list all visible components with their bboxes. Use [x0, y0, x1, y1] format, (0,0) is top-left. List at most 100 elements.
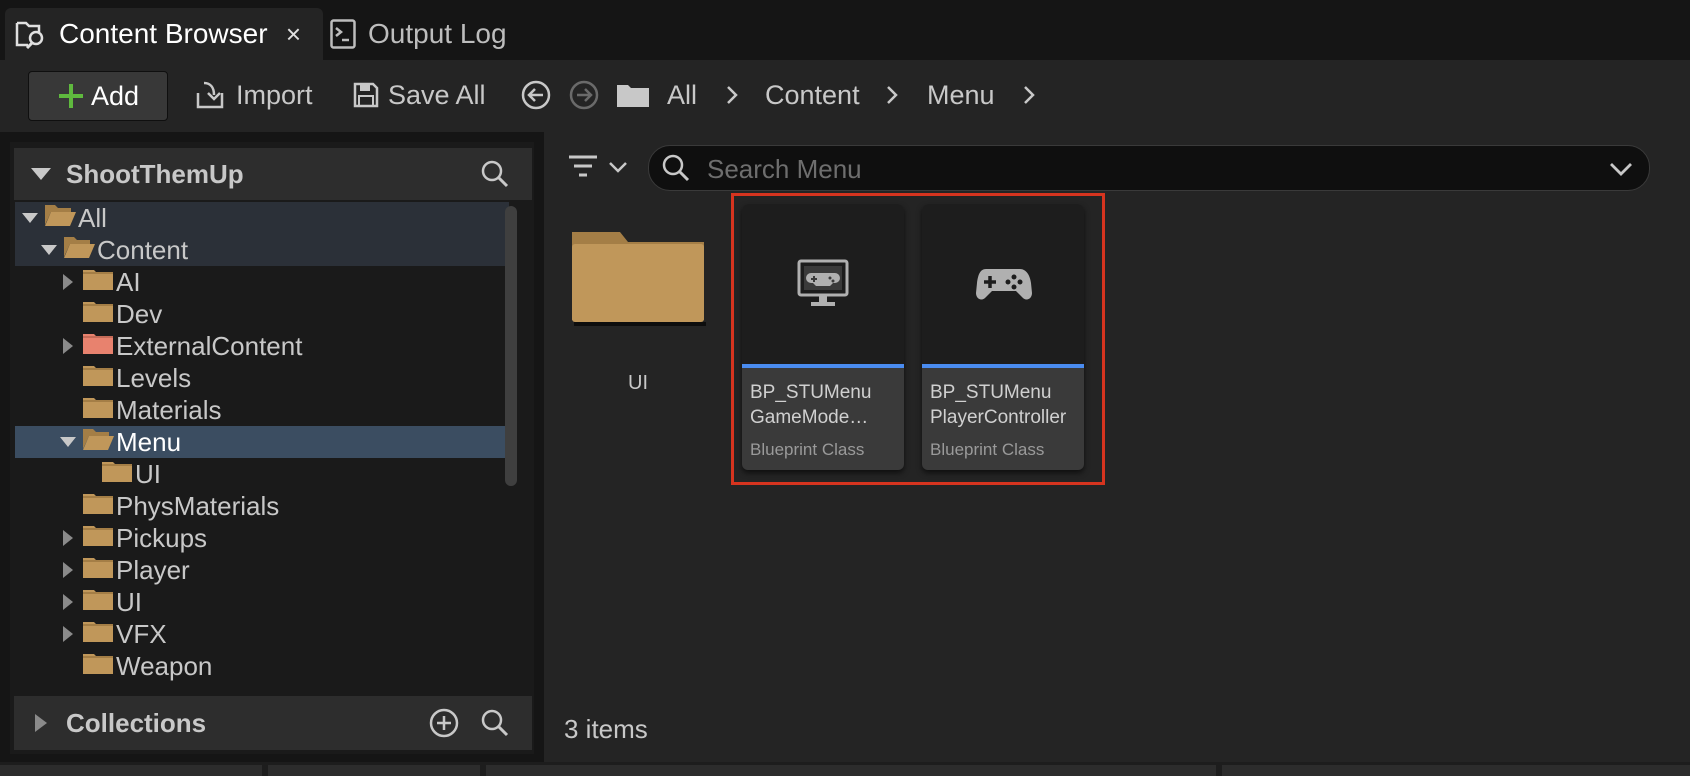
tree-item-label: ExternalContent	[116, 330, 303, 361]
collapsed-arrow-icon[interactable]	[60, 338, 76, 354]
folder-icon	[82, 299, 114, 330]
filter-button[interactable]	[566, 144, 632, 190]
tab-output-log[interactable]: Output Log	[330, 8, 550, 60]
large-folder-icon	[572, 232, 706, 326]
tree-item-weapon[interactable]: Weapon	[15, 650, 509, 682]
add-collection-icon[interactable]	[428, 707, 460, 739]
tab-label: Output Log	[368, 18, 507, 49]
tree-item-ui[interactable]: UI	[15, 586, 509, 618]
expanded-arrow-icon[interactable]	[41, 242, 57, 258]
status-segment	[1222, 765, 1690, 776]
breadcrumb-menu[interactable]: Menu	[927, 71, 995, 119]
search-box[interactable]	[648, 145, 1650, 192]
breadcrumb-all[interactable]: All	[667, 71, 697, 119]
forward-arrow-icon	[569, 80, 599, 110]
save-icon	[353, 82, 379, 108]
collapsed-arrow-icon[interactable]	[60, 594, 76, 610]
tree-item-externalcontent[interactable]: ExternalContent	[15, 330, 509, 362]
back-button[interactable]	[520, 71, 560, 119]
tree-item-materials[interactable]: Materials	[15, 394, 509, 426]
status-segment	[0, 765, 262, 776]
tree-item-menu[interactable]: Menu	[15, 426, 509, 458]
tree-item-all[interactable]: All	[15, 202, 509, 234]
tree-item-label: AI	[116, 266, 141, 297]
folder-item-ui[interactable]: UI	[570, 226, 710, 466]
back-arrow-icon	[521, 80, 551, 110]
toolbar: Add Import Save All All Content Menu	[0, 60, 1690, 132]
search-input[interactable]	[705, 146, 1589, 192]
add-label: Add	[90, 80, 140, 111]
plus-icon	[58, 84, 83, 108]
collections-label: Collections	[66, 707, 207, 738]
folder-open-icon	[44, 203, 76, 234]
save-all-button[interactable]: Save All	[352, 71, 486, 119]
tree-scrollbar[interactable]	[505, 206, 517, 486]
tree-item-label: Pickups	[116, 522, 208, 553]
folder-icon	[82, 523, 114, 554]
status-bar	[0, 762, 1690, 776]
output-log-icon	[330, 19, 356, 49]
tree-item-ai[interactable]: AI	[15, 266, 509, 298]
folder-open-icon	[82, 427, 114, 458]
folder-icon	[82, 587, 114, 618]
collapsed-arrow-icon[interactable]	[60, 530, 76, 546]
tree-item-content[interactable]: Content	[15, 234, 509, 266]
content-browser-icon	[15, 19, 47, 49]
folder-icon	[82, 267, 114, 298]
status-segment	[268, 765, 480, 776]
external-folder-icon	[82, 331, 114, 362]
collapse-arrow-icon	[31, 168, 51, 180]
sources-panel: ShootThemUp All Content AI Dev ExternalC…	[10, 142, 534, 754]
breadcrumb-separator-icon[interactable]	[724, 71, 740, 119]
filter-icon	[569, 155, 597, 177]
collapsed-arrow-icon[interactable]	[60, 274, 76, 290]
tree-item-label: Weapon	[116, 650, 213, 681]
folder-icon	[101, 459, 133, 490]
tree-item-player[interactable]: Player	[15, 554, 509, 586]
tab-bar: Content Browser × Output Log	[0, 0, 1690, 60]
save-all-label: Save All	[388, 79, 486, 110]
chevron-down-icon	[609, 162, 627, 173]
item-count: 3 items	[564, 714, 648, 744]
import-button[interactable]: Import	[194, 71, 313, 119]
expanded-arrow-icon[interactable]	[22, 210, 38, 226]
breadcrumb-separator-icon[interactable]	[1021, 71, 1037, 119]
project-header[interactable]: ShootThemUp	[14, 148, 532, 200]
search-icon[interactable]	[480, 159, 510, 189]
tree-item-label: Levels	[116, 362, 192, 393]
folder-open-icon	[63, 235, 95, 266]
tree-item-physmaterials[interactable]: PhysMaterials	[15, 490, 509, 522]
folder-tree: All Content AI Dev ExternalContent Level…	[15, 202, 509, 696]
collapsed-arrow-icon[interactable]	[60, 626, 76, 642]
tree-item-pickups[interactable]: Pickups	[15, 522, 509, 554]
forward-button[interactable]	[568, 71, 608, 119]
close-tab-button[interactable]: ×	[286, 19, 301, 50]
tree-item-dev[interactable]: Dev	[15, 298, 509, 330]
expanded-arrow-icon[interactable]	[60, 434, 76, 450]
folder-icon	[82, 555, 114, 586]
collapsed-arrow-icon	[35, 714, 47, 732]
collapsed-arrow-icon[interactable]	[60, 562, 76, 578]
asset-view: UI BP_STUMenu GameMode… Blueprint Class	[544, 132, 1690, 762]
tree-item-label: PhysMaterials	[116, 490, 280, 521]
folder-icon	[82, 363, 114, 394]
tree-item-label: Dev	[116, 298, 163, 329]
search-icon[interactable]	[480, 708, 510, 738]
search-icon	[662, 154, 690, 182]
breadcrumb-separator-icon[interactable]	[884, 71, 900, 119]
selection-highlight	[731, 193, 1105, 485]
collections-header[interactable]: Collections	[14, 696, 532, 750]
tree-item-vfx[interactable]: VFX	[15, 618, 509, 650]
tree-item-menu-ui[interactable]: UI	[15, 458, 509, 490]
add-button[interactable]: Add	[28, 71, 168, 121]
tree-item-label: UI	[116, 586, 142, 617]
breadcrumb-folder-icon[interactable]	[616, 71, 650, 119]
tree-item-levels[interactable]: Levels	[15, 362, 509, 394]
tab-content-browser[interactable]: Content Browser ×	[5, 8, 323, 60]
breadcrumb-content[interactable]: Content	[765, 71, 860, 119]
chevron-down-icon[interactable]	[1609, 161, 1633, 177]
tree-item-label: All	[78, 202, 107, 233]
tree-item-label: Player	[116, 554, 190, 585]
import-icon	[196, 81, 224, 109]
folder-icon	[82, 395, 114, 426]
